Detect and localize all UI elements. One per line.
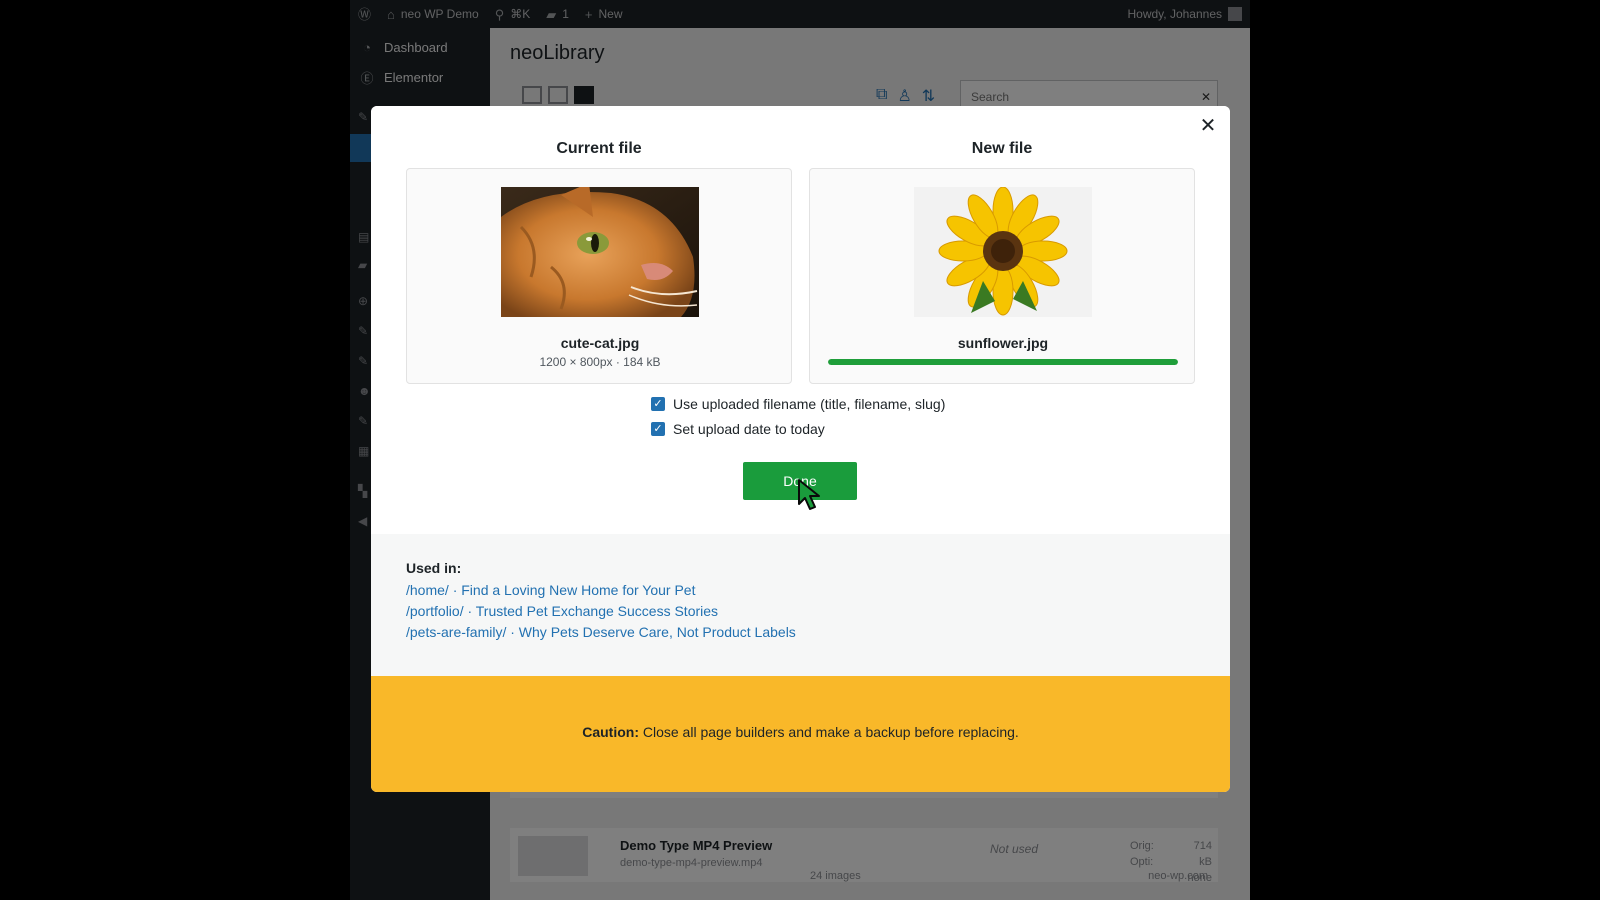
upload-progress-fill: [828, 359, 1178, 365]
caution-message: Caution: Close all page builders and mak…: [371, 724, 1230, 740]
close-icon: ✕: [1199, 115, 1217, 137]
set-upload-date-label: Set upload date to today: [673, 421, 825, 437]
upload-progress-bar: [828, 359, 1178, 365]
caution-label: Caution:: [582, 724, 639, 740]
use-uploaded-filename-option[interactable]: ✓ Use uploaded filename (title, filename…: [651, 396, 945, 412]
new-file-card: sunflower.jpg: [809, 168, 1195, 384]
used-in-link-portfolio[interactable]: /portfolio/ · Trusted Pet Exchange Succe…: [406, 603, 718, 619]
used-in-section: Used in: /home/ · Find a Loving New Home…: [371, 534, 1230, 676]
close-button[interactable]: ✕: [1196, 114, 1220, 138]
current-file-name: cute-cat.jpg: [560, 335, 640, 351]
sunflower-image: [914, 187, 1092, 317]
current-file-card: cute-cat.jpg 1200 × 800px · 184 kB: [406, 168, 792, 384]
used-in-link-pets-are-family[interactable]: /pets-are-family/ · Why Pets Deserve Car…: [406, 624, 796, 640]
use-uploaded-filename-label: Use uploaded filename (title, filename, …: [673, 396, 946, 412]
current-file-title: Current file: [556, 140, 642, 157]
modal-top-section: ✕ Current file New file cute-cat.jpg 120…: [371, 106, 1230, 534]
use-uploaded-filename-checkbox[interactable]: ✓: [651, 397, 665, 411]
used-in-label: Used in:: [406, 560, 462, 576]
new-file-name: sunflower.jpg: [957, 335, 1049, 351]
set-upload-date-checkbox[interactable]: ✓: [651, 422, 665, 436]
replace-file-modal: ✕ Current file New file cute-cat.jpg 120…: [371, 106, 1230, 792]
caution-banner: Caution: Close all page builders and mak…: [371, 676, 1230, 792]
caution-text: Close all page builders and make a backu…: [642, 724, 1019, 740]
set-upload-date-option[interactable]: ✓ Set upload date to today: [651, 421, 825, 437]
current-file-meta: 1200 × 800px · 184 kB: [539, 355, 661, 369]
new-file-title: New file: [971, 140, 1033, 157]
cat-image: [501, 187, 699, 317]
mouse-cursor-icon: [797, 478, 825, 517]
used-in-link-home[interactable]: /home/ · Find a Loving New Home for Your…: [406, 582, 695, 598]
